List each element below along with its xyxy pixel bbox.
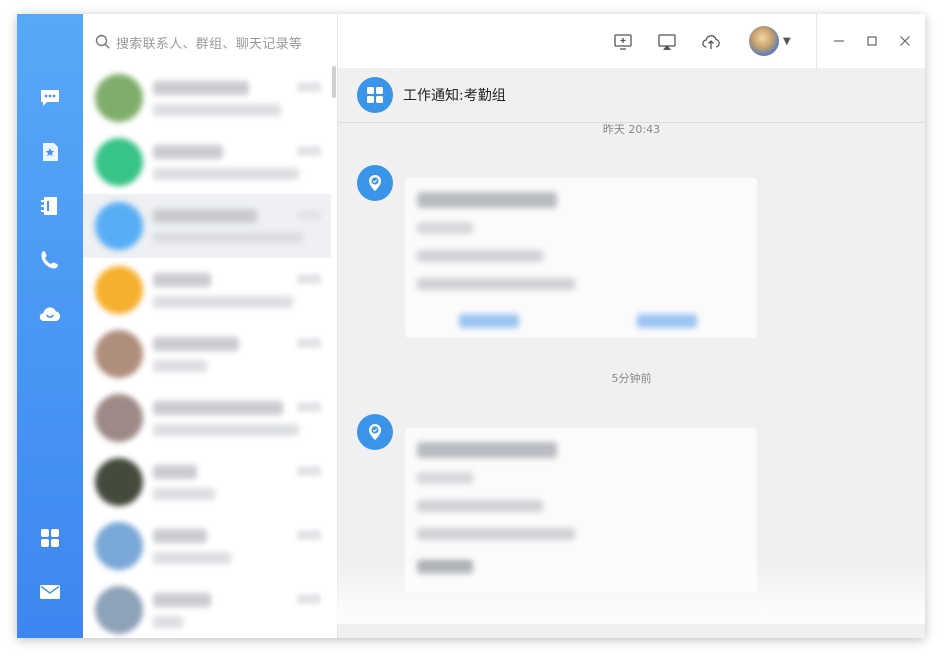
nav-rail [17,14,83,638]
avatar [95,394,143,442]
attendance-bot-avatar [357,414,393,450]
message-timestamp: 昨天 20:43 [602,123,661,136]
mail-icon[interactable] [38,580,62,604]
list-item[interactable] [83,578,331,638]
conversation-list: 搜索联系人、群组、聊天记录等 [83,14,338,638]
chat-icon[interactable] [38,86,62,110]
divider [816,14,817,68]
avatar [95,522,143,570]
list-item[interactable] [83,514,331,578]
bottom-fade [321,560,925,624]
search-icon [95,34,110,49]
chat-header: 工作通知:考勤组 [338,68,925,123]
maximize-icon[interactable] [862,31,882,51]
message-timestamp: 5分钟前 [611,372,652,385]
list-item[interactable] [83,130,331,194]
top-toolbar: ▼ [338,14,925,68]
contacts-book-icon[interactable] [38,194,62,218]
star-document-icon[interactable] [38,140,62,164]
avatar [95,586,143,634]
card-action-button[interactable] [637,314,697,328]
airplay-icon[interactable] [656,31,678,53]
dropdown-caret-icon[interactable]: ▼ [783,36,791,47]
list-item[interactable] [83,386,331,450]
list-item[interactable] [83,322,331,386]
close-icon[interactable] [895,31,915,51]
work-notice-icon [357,77,393,113]
cloud-upload-icon[interactable] [700,31,722,53]
avatar [95,266,143,314]
apps-grid-icon[interactable] [38,526,62,550]
message-card[interactable] [405,178,757,338]
avatar [95,202,143,250]
minimize-icon[interactable] [829,31,849,51]
list-item[interactable] [83,258,331,322]
list-scrollbar[interactable] [332,66,336,98]
avatar [95,458,143,506]
list-item[interactable] [83,66,331,130]
search-placeholder: 搜索联系人、群组、聊天记录等 [116,36,303,52]
list-item-active[interactable] [83,194,331,258]
app-window: 搜索联系人、群组、聊天记录等 ▼ 工作通知:考勤组 昨天 20:43 5分钟前 [17,14,925,638]
chat-panel: 工作通知:考勤组 昨天 20:43 5分钟前 [338,68,925,638]
avatar [95,138,143,186]
chat-title: 工作通知:考勤组 [403,88,506,104]
cloud-smile-icon[interactable] [38,302,62,326]
search-input[interactable]: 搜索联系人、群组、聊天记录等 [95,32,302,52]
attendance-bot-avatar [357,165,393,201]
user-avatar[interactable] [749,26,779,56]
phone-icon[interactable] [38,248,62,272]
list-item[interactable] [83,450,331,514]
avatar [95,74,143,122]
card-action-button[interactable] [459,314,519,328]
screen-add-icon[interactable] [612,31,634,53]
avatar [95,330,143,378]
